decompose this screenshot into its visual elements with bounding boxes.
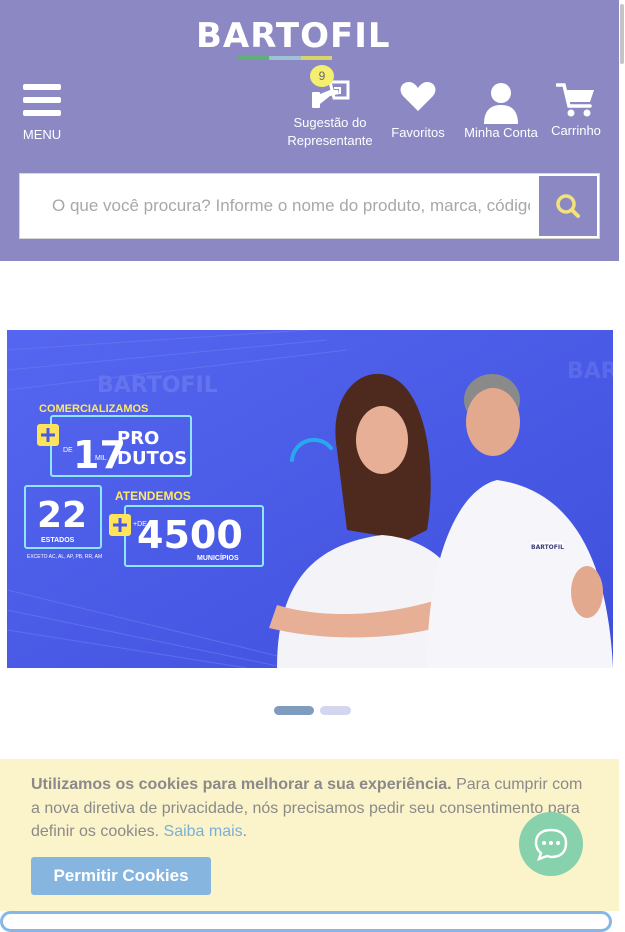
svg-text:DE: DE [63,447,73,454]
menu-label: MENU [22,127,62,142]
search-button[interactable] [539,176,597,236]
cookie-learn-more-link[interactable]: Saiba mais [164,823,243,840]
nav-cart-label: Carrinho [551,123,601,138]
nav-cart[interactable]: Carrinho [546,82,606,140]
nav-account[interactable]: Minha Conta [461,82,541,142]
hamburger-icon [23,84,61,90]
nav-rep-suggestion-label-2: Representante [287,133,373,148]
notification-badge: 9 [310,65,334,87]
banner-shirt-logo: BARTOFIL [531,544,564,551]
cookie-bold-text: Utilizamos os cookies para melhorar a su… [31,776,452,793]
cookie-period: . [242,823,248,840]
banner-watermark-logo: BARTOFIL [567,359,613,384]
search-bar [19,173,600,239]
banner-states-count: 22 [37,495,87,536]
hero-banner[interactable]: BARTOFIL BARTOFIL COMERCIALIZAMOS DE 17 … [7,330,613,668]
allow-cookies-button[interactable]: Permitir Cookies [31,857,211,895]
banner-states-word: ESTADOS [41,537,75,544]
banner-states-list: EXCETO AC, AL, AP, PB, RR, AM [27,554,102,560]
chat-button[interactable] [519,812,583,876]
cart-icon [556,83,594,117]
carousel-dots [274,706,354,716]
bottom-bar[interactable] [0,911,612,932]
logo-stripes [238,56,332,60]
banner-products-word-1: PRO [117,428,159,449]
page: BARTOFIL MENU Sugestão do Representante … [0,0,625,932]
chat-bubble-icon [534,828,568,862]
scrollbar[interactable] [619,0,625,932]
banner-products-word-2: DUTOS [117,448,187,469]
logo[interactable]: BARTOFIL [196,16,391,62]
banner-products-unit: MIL [95,455,107,462]
hamburger-icon-bar [23,110,61,116]
banner-cities-word: MUNICÍPIOS [197,553,239,562]
nav-account-label: Minha Conta [464,125,538,140]
search-input[interactable] [52,190,530,222]
scrollbar-thumb[interactable] [620,4,624,64]
carousel-dot-active[interactable] [274,706,314,715]
banner-line-commercialize: COMERCIALIZAMOS [39,403,148,415]
heart-icon [400,82,436,111]
logo-text: BARTOFIL [196,16,391,56]
search-icon [556,194,580,218]
nav-rep-suggestion-label-1: Sugestão do [293,115,367,130]
cookie-text: Utilizamos os cookies para melhorar a su… [31,773,591,844]
carousel-dot[interactable] [320,706,351,715]
user-icon [484,83,518,124]
nav-favorites-label: Favoritos [391,125,445,140]
hamburger-icon-bar [23,97,61,103]
banner-image: BARTOFIL BARTOFIL COMERCIALIZAMOS DE 17 … [7,330,613,668]
banner-watermark-logo: BARTOFIL [97,373,218,398]
menu-button[interactable]: MENU [18,82,68,144]
header: BARTOFIL MENU Sugestão do Representante … [0,0,619,261]
nav-favorites[interactable]: Favoritos [386,80,450,142]
banner-serve-word: ATENDEMOS [115,489,191,503]
nav-rep-suggestion[interactable]: Sugestão do Representante [282,80,378,150]
banner-cities-count: 4500 [137,513,243,557]
